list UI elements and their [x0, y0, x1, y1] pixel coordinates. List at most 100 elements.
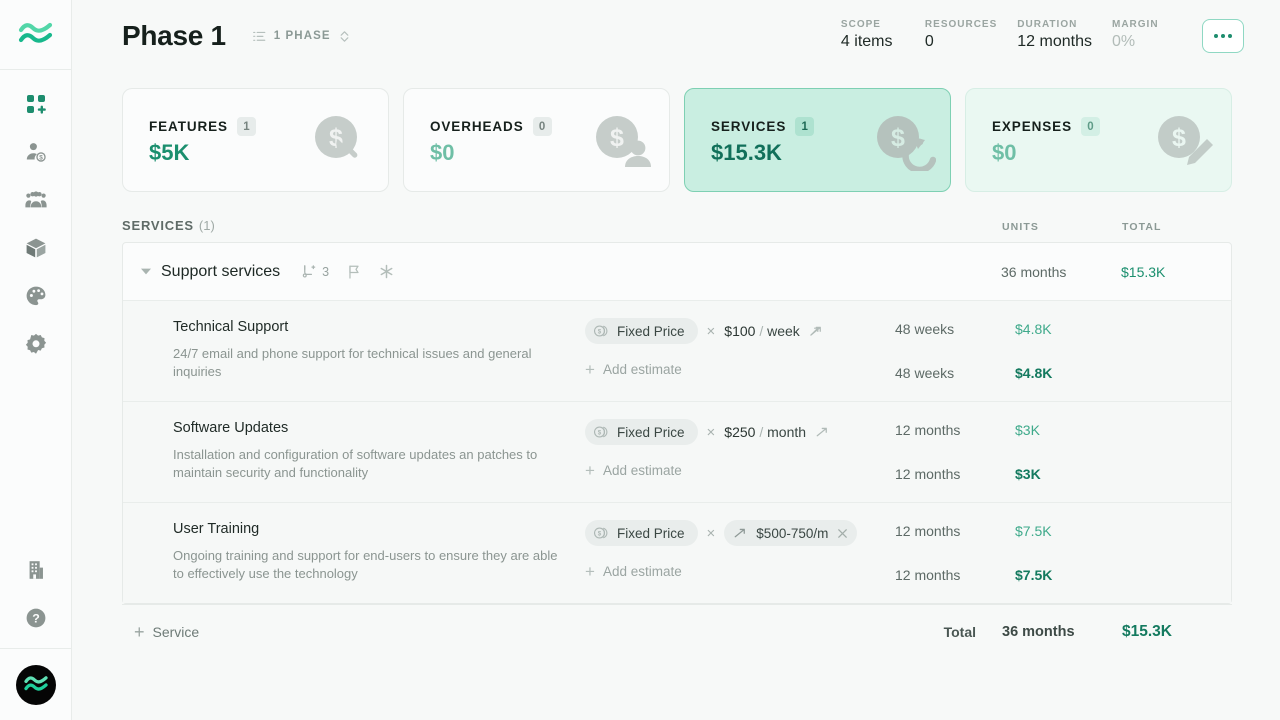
more-options-button[interactable] — [1202, 19, 1244, 53]
item-name: User Training — [173, 521, 260, 537]
avatar[interactable] — [15, 664, 56, 705]
table-row[interactable]: Technical Support 24/7 email and phone s… — [123, 301, 1231, 402]
app-root: $ ? Phase 1 1 PHASE SCOPE 4 items RESOUR… — [0, 0, 1280, 720]
section-header: SERVICES (1) UNITS TOTAL — [72, 192, 1280, 242]
sidebar-item-settings[interactable] — [0, 320, 72, 368]
rate-range-pill[interactable]: $500-750/m — [724, 520, 858, 546]
item-total-column: $7.5K $7.5K — [1015, 517, 1125, 589]
item-total-bottom: $7.5K — [1015, 567, 1053, 583]
app-logo[interactable] — [0, 0, 72, 70]
add-estimate-button[interactable]: + Add estimate — [585, 462, 895, 479]
coins-icon: $ — [594, 325, 608, 337]
group-subitems-count: 3 — [322, 264, 330, 279]
svg-text:$: $ — [610, 124, 624, 152]
caret-down-icon[interactable] — [135, 267, 157, 276]
svg-text:$: $ — [39, 155, 43, 162]
svg-text:$: $ — [891, 124, 905, 152]
footer-total-label: Total — [943, 623, 976, 640]
multiply-symbol: × — [706, 524, 716, 542]
user-avatar-slot[interactable] — [0, 648, 72, 720]
item-units-top: 12 months — [895, 523, 961, 539]
pricing-type-label: Fixed Price — [617, 525, 685, 541]
trend-up-icon — [734, 528, 746, 538]
summary-card-expenses[interactable]: EXPENSES 0 $0 $ — [965, 88, 1232, 192]
add-service-label: Service — [152, 623, 200, 640]
group-name: Support services — [161, 262, 281, 280]
sidebar-item-clients[interactable]: $ — [0, 128, 72, 176]
multiply-symbol: × — [706, 322, 716, 340]
estimate-line: $ Fixed Price × $100 / week — [585, 317, 895, 345]
item-units-top: 12 months — [895, 422, 961, 438]
pricing-type-label: Fixed Price — [617, 323, 685, 339]
add-estimate-button[interactable]: + Add estimate — [585, 563, 895, 580]
section-count: (1) — [198, 218, 215, 233]
summary-card-features[interactable]: FEATURES 1 $5K $ — [122, 88, 389, 192]
metric-margin-value: 0% — [1112, 33, 1136, 50]
item-values: 12 months 12 months $7.5K $7.5K — [895, 517, 1231, 589]
coin-pencil-icon: $ — [1155, 115, 1217, 176]
package-box-icon — [26, 238, 45, 258]
item-info: Technical Support 24/7 email and phone s… — [135, 315, 585, 387]
item-name: Technical Support — [173, 319, 289, 335]
sidebar-item-organization[interactable] — [0, 546, 72, 594]
summary-card-services[interactable]: SERVICES 1 $15.3K $ — [684, 88, 951, 192]
item-info: Software Updates Installation and config… — [135, 416, 585, 488]
item-total-column: $3K $3K — [1015, 416, 1125, 488]
add-estimate-button[interactable]: + Add estimate — [585, 361, 895, 378]
item-total-bottom: $4.8K — [1015, 365, 1053, 381]
item-units-top: 48 weeks — [895, 321, 955, 337]
table-row[interactable]: Software Updates Installation and config… — [123, 402, 1231, 503]
item-info: User Training Ongoing training and suppo… — [135, 517, 585, 589]
item-units-bottom: 12 months — [895, 567, 961, 583]
help-circle-icon: ? — [26, 608, 45, 628]
group-total: $15.3K — [1121, 263, 1166, 280]
item-units-column: 12 months 12 months — [895, 416, 1015, 488]
sidebar-item-products[interactable] — [0, 224, 72, 272]
card-title: OVERHEADS — [430, 119, 524, 134]
item-total-top: $4.8K — [1015, 321, 1052, 337]
table-footer: + Service Total 36 months $15.3K — [122, 604, 1232, 658]
metric-duration-label: DURATION — [1017, 19, 1078, 30]
rate-separator: / — [759, 323, 764, 339]
coins-icon: $ — [594, 426, 608, 438]
close-icon[interactable] — [836, 527, 849, 540]
card-count-badge: 0 — [1080, 117, 1100, 136]
coins-icon: $ — [594, 527, 608, 539]
group-row-support-services[interactable]: Support services 3 36 months $15.3K — [123, 243, 1231, 301]
svg-text:$: $ — [598, 430, 602, 437]
add-estimate-label: Add estimate — [602, 463, 682, 478]
pricing-type-label: Fixed Price — [617, 424, 685, 440]
metric-margin-label: MARGIN — [1112, 19, 1159, 30]
pricing-type-pill[interactable]: $ Fixed Price — [585, 318, 698, 344]
wave-avatar-icon — [23, 675, 48, 691]
metric-scope-label: SCOPE — [840, 19, 881, 30]
coin-wrench-icon: $ — [312, 115, 374, 176]
services-table: Support services 3 36 months $15.3K Tech… — [122, 242, 1232, 604]
sidebar-item-help[interactable]: ? — [0, 594, 72, 642]
rate-text[interactable]: $250 / month — [724, 424, 806, 440]
sidebar-item-branding[interactable] — [0, 272, 72, 320]
add-estimate-label: Add estimate — [602, 362, 682, 377]
table-row[interactable]: User Training Ongoing training and suppo… — [123, 503, 1231, 603]
item-units-column: 12 months 12 months — [895, 517, 1015, 589]
rate-unit: week — [767, 323, 800, 339]
sidebar-item-team[interactable] — [0, 176, 72, 224]
metric-scope: SCOPE 4 items — [841, 19, 925, 51]
item-estimates: $ Fixed Price × $100 / week + Add estima… — [585, 315, 895, 387]
estimate-line: $ Fixed Price × $500-750/m — [585, 519, 895, 547]
phase-selector[interactable]: 1 PHASE — [244, 22, 359, 50]
group-asterisk[interactable] — [379, 264, 394, 279]
group-flag[interactable] — [347, 264, 361, 280]
add-service-button[interactable]: + Service — [134, 623, 199, 641]
card-title: EXPENSES — [992, 119, 1072, 134]
people-group-icon — [24, 191, 47, 208]
summary-card-overheads[interactable]: OVERHEADS 0 $0 $ — [403, 88, 670, 192]
rate-unit: month — [767, 424, 807, 440]
rate-text[interactable]: $100 / week — [724, 323, 800, 339]
svg-text:?: ? — [32, 611, 40, 625]
sidebar-item-dashboard[interactable] — [0, 80, 72, 128]
card-count-badge: 1 — [795, 117, 815, 136]
group-subitems[interactable]: 3 — [302, 264, 329, 279]
pricing-type-pill[interactable]: $ Fixed Price — [585, 520, 698, 546]
pricing-type-pill[interactable]: $ Fixed Price — [585, 419, 698, 445]
